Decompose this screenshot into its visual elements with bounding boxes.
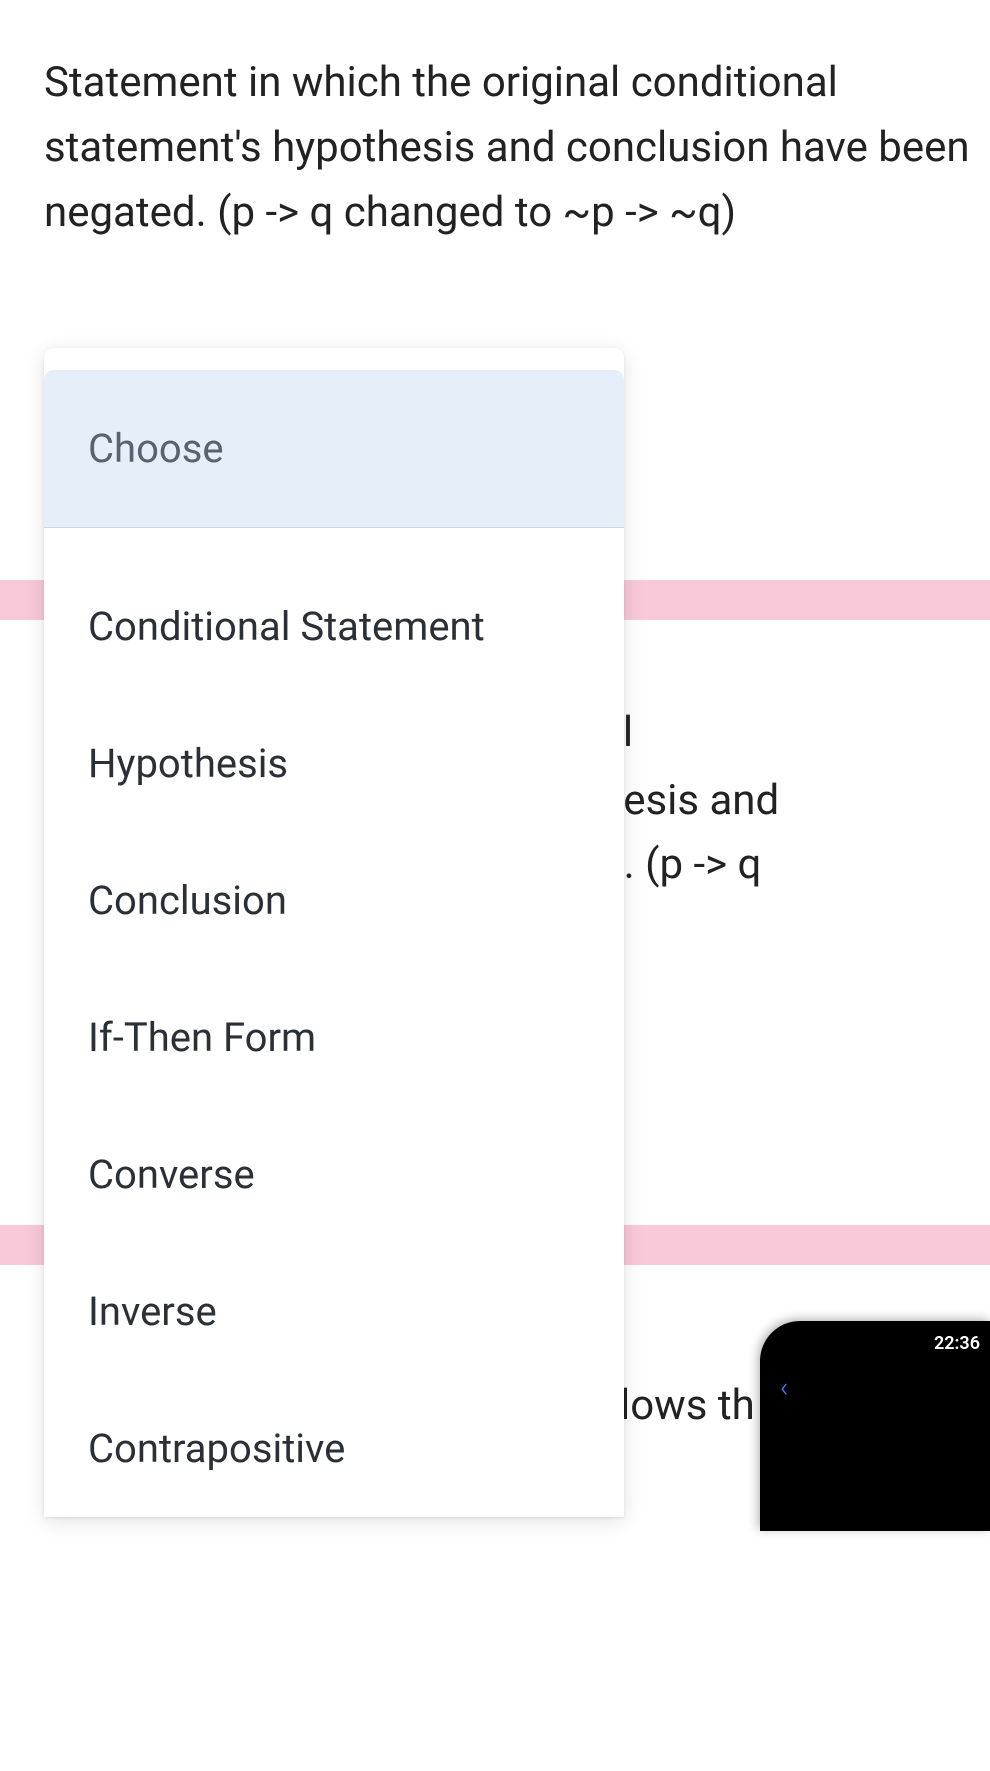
dropdown-placeholder: Choose [88,425,224,472]
back-chevron-icon[interactable]: ‹ [780,1371,788,1404]
background-text-fragment: d. (p -> q [600,832,761,897]
answer-dropdown[interactable]: Choose Conditional Statement Hypothesis … [44,348,624,1517]
dropdown-option-hypothesis[interactable]: Hypothesis [44,695,624,832]
dropdown-options-list: Conditional Statement Hypothesis Conclus… [44,528,624,1517]
dropdown-option-if-then-form[interactable]: If-Then Form [44,969,624,1106]
dropdown-option-conditional-statement[interactable]: Conditional Statement [44,558,624,695]
dropdown-option-contrapositive[interactable]: Contrapositive [44,1380,624,1517]
background-text-fragment: lows th [620,1373,755,1438]
dropdown-selected[interactable]: Choose [44,370,624,528]
dropdown-option-conclusion[interactable]: Conclusion [44,832,624,969]
dropdown-top-cap [44,348,624,370]
background-text-fragment: nesis and [600,768,779,833]
question-text: Statement in which the original conditio… [0,0,990,245]
dropdown-option-converse[interactable]: Converse [44,1106,624,1243]
phone-preview: 22:36 ‹ [760,1321,990,1531]
dropdown-option-inverse[interactable]: Inverse [44,1243,624,1380]
phone-time: 22:36 [934,1333,980,1354]
